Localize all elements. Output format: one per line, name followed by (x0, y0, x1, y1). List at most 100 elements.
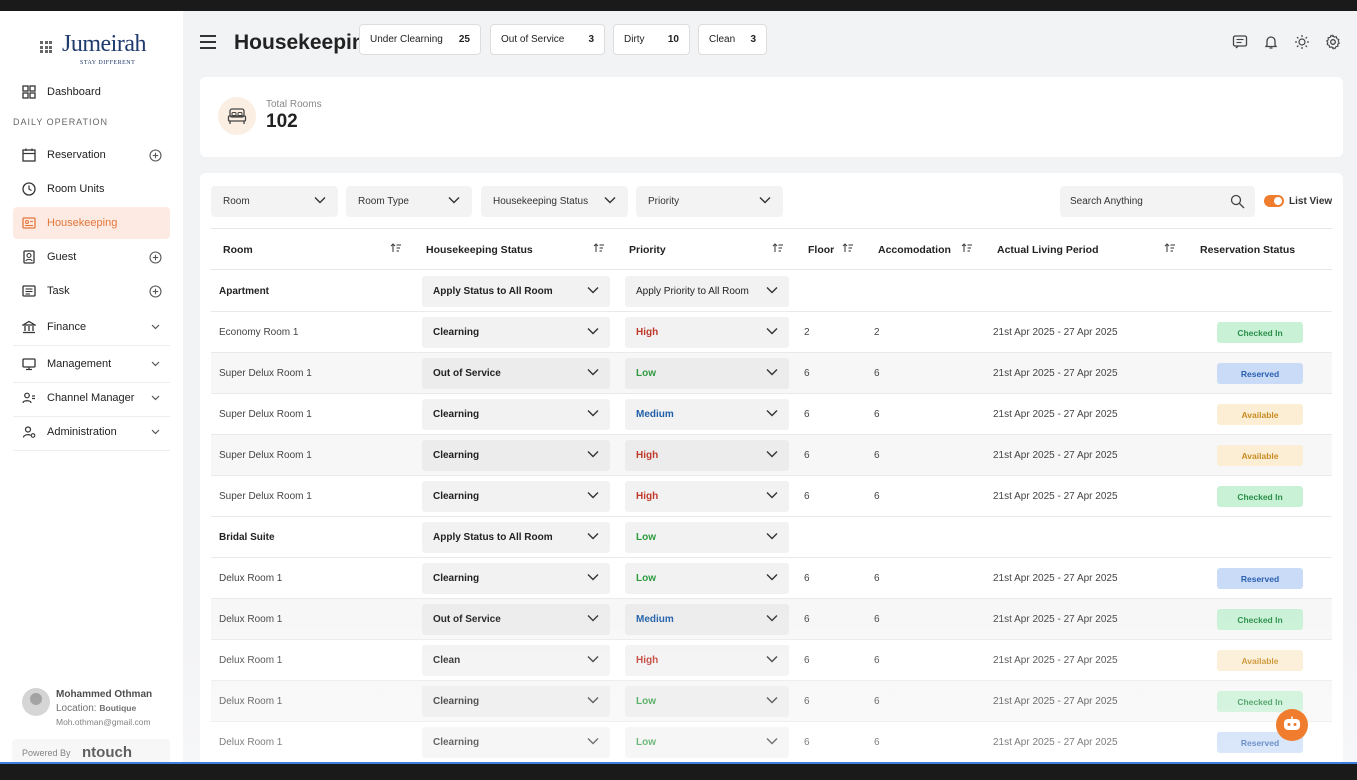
column-priority[interactable]: Priority (617, 229, 796, 270)
room-filter[interactable]: Room (211, 186, 338, 217)
column-housekeeping-status[interactable]: Housekeeping Status (414, 229, 617, 270)
room-name: Super Delux Room 1 (219, 449, 312, 461)
room-name: Delux Room 1 (219, 736, 283, 748)
group-row: Bridal Suite Apply Status to All Room Low (211, 517, 1332, 558)
chevron-down-icon (587, 573, 599, 584)
priority-dropdown[interactable]: High (625, 440, 789, 471)
housekeeping-status-dropdown[interactable]: Clearning (422, 481, 610, 512)
brand-logo[interactable]: Jumeirah STAY DIFFERENT (38, 31, 158, 71)
sidebar-item-reservation[interactable]: Reservation (13, 139, 170, 171)
housekeeping-status-dropdown[interactable]: Clearning (422, 440, 610, 471)
housekeeping-status-dropdown[interactable]: Out of Service (422, 358, 610, 389)
users-icon (21, 391, 36, 406)
housekeeping-status-dropdown[interactable]: Clean (422, 645, 610, 676)
chevron-down-icon (766, 737, 778, 748)
priority-dropdown[interactable]: Low (625, 686, 789, 717)
sort-icon[interactable] (842, 243, 854, 256)
powered-by-label: Powered By (22, 748, 71, 758)
chevron-down-icon (766, 368, 778, 379)
chevron-down-icon (587, 491, 599, 502)
chat-bot-icon[interactable] (1276, 709, 1308, 741)
priority-dropdown[interactable]: Low (625, 727, 789, 758)
housekeeping-status-dropdown[interactable]: Clearning (422, 727, 610, 758)
stat-out-of-service[interactable]: Out of Service 3 (490, 24, 605, 55)
housekeeping-status-dropdown[interactable]: Out of Service (422, 604, 610, 635)
sort-icon[interactable] (961, 243, 973, 256)
sidebar-item-management[interactable]: Management (13, 348, 170, 380)
accomodation-value: 2 (874, 326, 880, 338)
priority-dropdown[interactable]: High (625, 645, 789, 676)
column-floor[interactable]: Floor (796, 229, 866, 270)
sun-icon[interactable] (1294, 34, 1310, 50)
housekeeping-status-dropdown[interactable]: Clearning (422, 399, 610, 430)
sidebar-item-channel-manager[interactable]: Channel Manager (13, 382, 170, 414)
sort-icon[interactable] (772, 243, 784, 256)
priority-dropdown[interactable]: Low (625, 358, 789, 389)
chevron-down-icon[interactable] (148, 391, 162, 405)
priority-dropdown[interactable]: Medium (625, 604, 789, 635)
priority-dropdown[interactable]: Low (625, 522, 789, 553)
housekeeping-status-dropdown[interactable]: Apply Status to All Room (422, 522, 610, 553)
accomodation-value: 6 (874, 367, 880, 379)
sidebar-item-administration[interactable]: Administration (13, 416, 170, 448)
column-actual-living-period[interactable]: Actual Living Period (985, 229, 1188, 270)
hamburger-menu-icon[interactable] (200, 35, 216, 49)
group-name: Bridal Suite (219, 531, 275, 543)
stat-dirty[interactable]: Dirty 10 (613, 24, 690, 55)
priority-dropdown[interactable]: High (625, 481, 789, 512)
priority-dropdown[interactable]: Low (625, 563, 789, 594)
room-type-filter[interactable]: Room Type (346, 186, 472, 217)
chevron-down-icon[interactable] (148, 320, 162, 334)
list-view-toggle[interactable] (1264, 195, 1284, 207)
chevron-down-icon[interactable] (148, 357, 162, 371)
housekeeping-status-dropdown[interactable]: Clearning (422, 563, 610, 594)
housekeeping-status-dropdown[interactable]: Clearning (422, 686, 610, 717)
housekeeping-status-filter[interactable]: Housekeeping Status (481, 186, 628, 217)
chevron-down-icon[interactable] (148, 425, 162, 439)
sort-icon[interactable] (1164, 243, 1176, 256)
housekeeping-status-dropdown[interactable]: Apply Status to All Room (422, 276, 610, 307)
sidebar: Jumeirah STAY DIFFERENT DAILY OPERATION … (0, 11, 183, 767)
priority-dropdown[interactable]: High (625, 317, 789, 348)
bell-icon[interactable] (1263, 34, 1279, 50)
sidebar-item-task[interactable]: Task (13, 275, 170, 307)
accomodation-value: 6 (874, 572, 880, 584)
window-top-bar (0, 0, 1357, 11)
reservation-status-badge: Reserved (1217, 568, 1303, 589)
sidebar-item-room-units[interactable]: Room Units (13, 173, 170, 205)
housekeeping-status-dropdown[interactable]: Clearning (422, 317, 610, 348)
sort-icon[interactable] (390, 243, 402, 256)
reservation-status-badge: Available (1217, 404, 1303, 425)
table-row: Delux Room 1 Clearning Low 6 6 21st Apr 2025 … (211, 681, 1332, 722)
priority-dropdown[interactable]: Apply Priority to All Room (625, 276, 789, 307)
sidebar-item-dashboard[interactable]: Dashboard (13, 76, 170, 108)
floor-value: 6 (804, 695, 810, 707)
add-circle-icon[interactable] (148, 284, 162, 298)
sidebar-item-finance[interactable]: Finance (13, 311, 170, 343)
column-reservation-status[interactable]: Reservation Status (1188, 229, 1332, 270)
sort-icon[interactable] (593, 243, 605, 256)
search-input[interactable]: Search Anything (1060, 186, 1255, 217)
message-icon[interactable] (1232, 34, 1248, 50)
stat-clean[interactable]: Clean 3 (698, 24, 767, 55)
add-circle-icon[interactable] (148, 250, 162, 264)
guest-icon (21, 250, 36, 265)
chevron-down-icon (766, 327, 778, 338)
chevron-down-icon (766, 409, 778, 420)
column-room[interactable]: Room (211, 229, 414, 270)
user-profile[interactable]: Mohammed Othman Location: Boutique Moh.o… (12, 681, 170, 731)
stat-under-clearning[interactable]: Under Clearning 25 (359, 24, 481, 55)
gear-icon[interactable] (1325, 34, 1341, 50)
chevron-down-icon (314, 196, 326, 207)
add-circle-icon[interactable] (148, 148, 162, 162)
chevron-down-icon (587, 450, 599, 461)
priority-filter[interactable]: Priority (636, 186, 783, 217)
table-row: Super Delux Room 1 Out of Service Low 6 6 21s… (211, 353, 1332, 394)
bed-icon (218, 97, 256, 135)
chevron-down-icon (766, 573, 778, 584)
dashboard-icon (21, 85, 36, 100)
sidebar-item-housekeeping[interactable]: Housekeeping (13, 207, 170, 239)
priority-dropdown[interactable]: Medium (625, 399, 789, 430)
column-accomodation[interactable]: Accomodation (866, 229, 985, 270)
sidebar-item-guest[interactable]: Guest (13, 241, 170, 273)
